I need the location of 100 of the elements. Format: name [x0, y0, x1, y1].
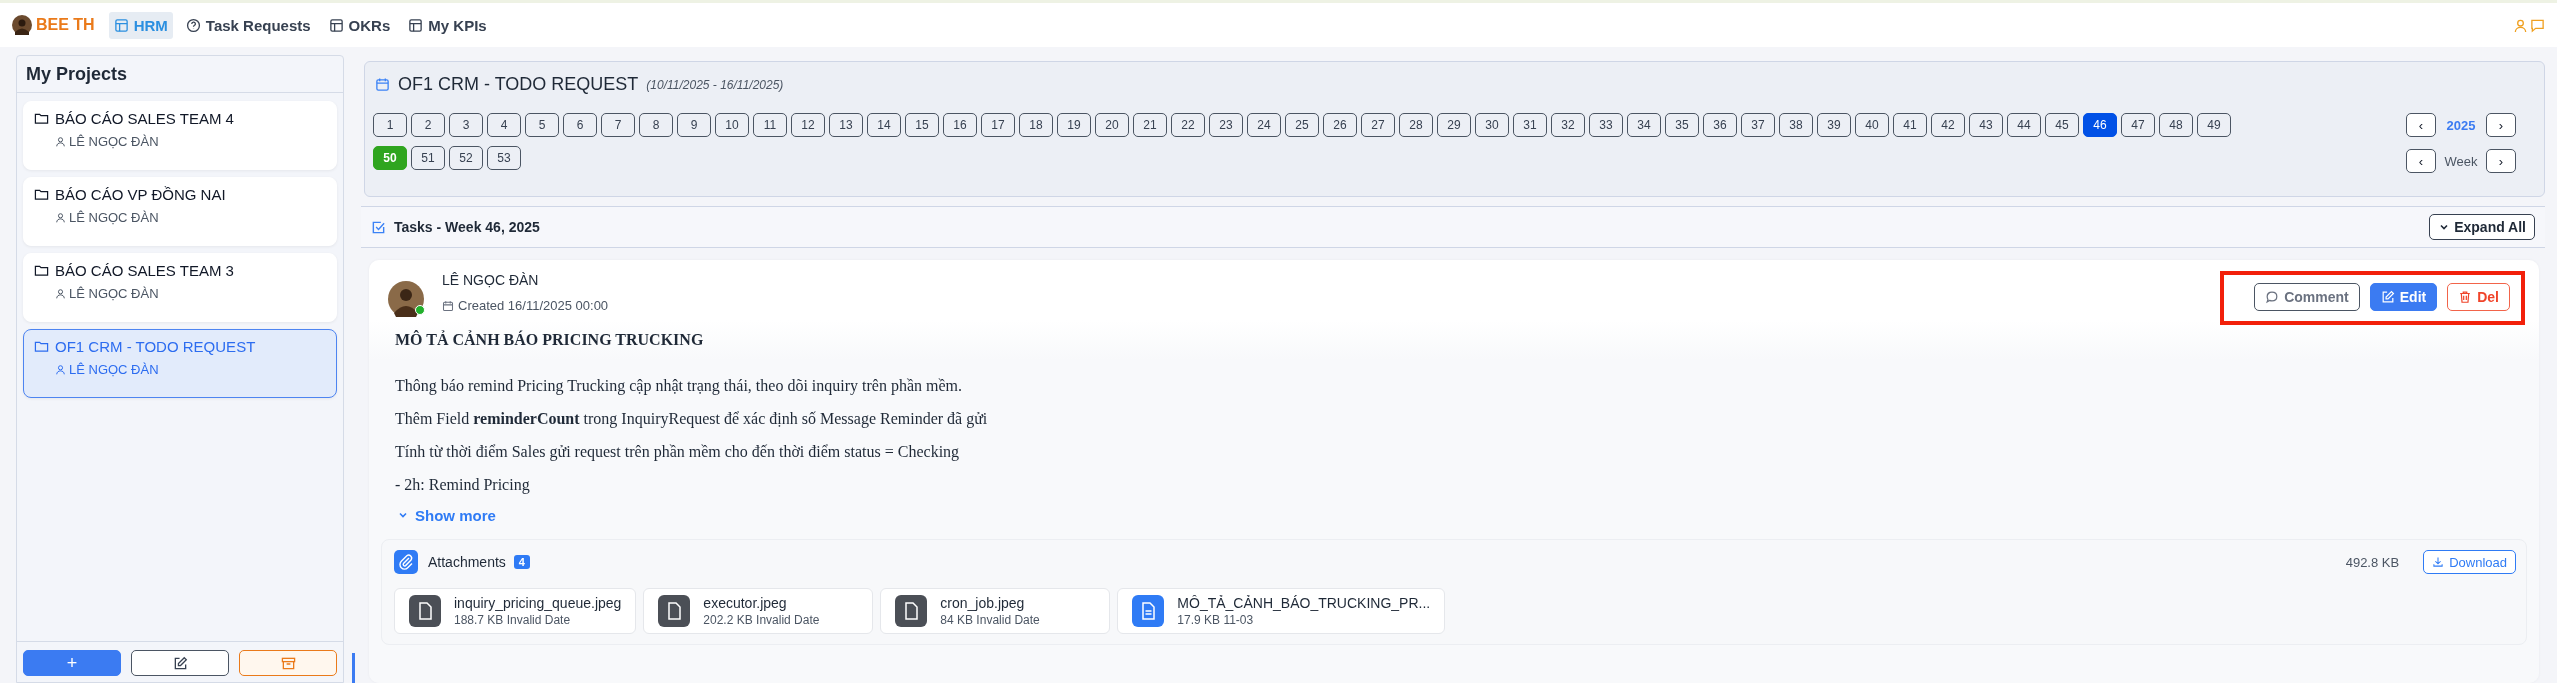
week-button[interactable]: 20 — [1095, 113, 1129, 137]
file-meta: 202.2 KB Invalid Date — [703, 613, 820, 627]
project-name: OF1 CRM - TODO REQUEST — [55, 338, 256, 355]
week-button[interactable]: 9 — [677, 113, 711, 137]
week-button[interactable]: 7 — [601, 113, 635, 137]
week-button[interactable]: 28 — [1399, 113, 1433, 137]
download-icon — [2432, 556, 2445, 568]
week-button[interactable]: 27 — [1361, 113, 1395, 137]
week-button[interactable]: 43 — [1969, 113, 2003, 137]
week-button[interactable]: 18 — [1019, 113, 1053, 137]
week-button[interactable]: 22 — [1171, 113, 1205, 137]
week-button[interactable]: 42 — [1931, 113, 1965, 137]
user-icon — [55, 288, 66, 299]
week-button[interactable]: 2 — [411, 113, 445, 137]
expand-all-button[interactable]: Expand All — [2429, 214, 2535, 240]
project-item[interactable]: OF1 CRM - TODO REQUEST LÊ NGỌC ĐÀN — [23, 329, 337, 398]
file-icon — [409, 595, 441, 627]
previous-week-button[interactable]: ‹ — [2406, 149, 2436, 173]
week-button[interactable]: 33 — [1589, 113, 1623, 137]
delete-button[interactable]: Del — [2447, 283, 2510, 311]
week-button[interactable]: 49 — [2197, 113, 2231, 137]
nav-tab[interactable]: Task Requests — [180, 11, 316, 39]
week-button[interactable]: 25 — [1285, 113, 1319, 137]
week-button[interactable]: 45 — [2045, 113, 2079, 137]
folder-icon — [34, 187, 49, 202]
week-button[interactable]: 11 — [753, 113, 787, 137]
avatar — [12, 15, 32, 35]
user-icon[interactable] — [2513, 17, 2528, 33]
week-button[interactable]: 12 — [791, 113, 825, 137]
comment-button[interactable]: Comment — [2254, 283, 2360, 311]
chat-icon[interactable] — [2530, 17, 2545, 33]
week-button[interactable]: 8 — [639, 113, 673, 137]
week-button[interactable]: 41 — [1893, 113, 1927, 137]
week-button[interactable]: 52 — [449, 145, 483, 170]
week-button[interactable]: 34 — [1627, 113, 1661, 137]
date-range: (10/11/2025 - 16/11/2025) — [646, 77, 784, 92]
sidebar-title: My Projects — [26, 63, 128, 85]
week-button[interactable]: 26 — [1323, 113, 1357, 137]
week-button[interactable]: 24 — [1247, 113, 1281, 137]
week-button[interactable]: 4 — [487, 113, 521, 137]
week-button[interactable]: 21 — [1133, 113, 1167, 137]
week-button[interactable]: 40 — [1855, 113, 1889, 137]
week-button[interactable]: 35 — [1665, 113, 1699, 137]
attachment-item[interactable]: executor.jpeg 202.2 KB Invalid Date — [643, 588, 874, 634]
description-text: Thêm Field reminderCount trong InquiryRequest để xác định số Message Reminder đã gửi — [395, 409, 989, 429]
table-icon — [113, 17, 129, 33]
previous-year-button[interactable]: ‹ — [2406, 113, 2436, 137]
resize-handle[interactable] — [352, 653, 355, 683]
week-button[interactable]: 15 — [905, 113, 939, 137]
project-item[interactable]: BÁO CÁO SALES TEAM 3 LÊ NGỌC ĐÀN — [23, 253, 337, 322]
next-week-button[interactable]: › — [2486, 149, 2516, 173]
nav-tab[interactable]: OKRs — [323, 11, 396, 39]
attachment-item[interactable]: inquiry_pricing_queue.jpeg 188.7 KB Invalid Date — [394, 588, 637, 634]
project-item[interactable]: BÁO CÁO SALES TEAM 4 LÊ NGỌC ĐÀN — [23, 101, 337, 170]
week-button[interactable]: 29 — [1437, 113, 1471, 137]
week-button[interactable]: 36 — [1703, 113, 1737, 137]
week-button[interactable]: 48 — [2159, 113, 2193, 137]
week-button[interactable]: 6 — [563, 113, 597, 137]
week-button[interactable]: 47 — [2121, 113, 2155, 137]
week-button[interactable]: 46 — [2083, 113, 2117, 137]
next-year-button[interactable]: › — [2486, 113, 2516, 137]
week-button[interactable]: 23 — [1209, 113, 1243, 137]
help-icon — [185, 17, 201, 33]
week-button[interactable]: 14 — [867, 113, 901, 137]
week-button[interactable]: 37 — [1741, 113, 1775, 137]
week-button[interactable]: 19 — [1057, 113, 1091, 137]
week-button[interactable]: 32 — [1551, 113, 1585, 137]
add-button[interactable]: + — [23, 650, 121, 676]
week-button[interactable]: 39 — [1817, 113, 1851, 137]
week-button[interactable]: 1 — [373, 113, 407, 137]
nav-tab[interactable]: My KPIs — [403, 11, 492, 39]
week-button[interactable]: 17 — [981, 113, 1015, 137]
week-button[interactable]: 38 — [1779, 113, 1813, 137]
file-icon — [658, 595, 691, 627]
project-item[interactable]: BÁO CÁO VP ĐỒNG NAI LÊ NGỌC ĐÀN — [23, 177, 337, 246]
file-name: executor.jpeg — [703, 595, 788, 611]
edit-button[interactable] — [131, 650, 229, 676]
attachment-item[interactable]: cron_job.jpeg 84 KB Invalid Date — [880, 588, 1111, 634]
archive-button[interactable] — [239, 650, 337, 676]
edit-icon — [172, 655, 188, 671]
project-name: BÁO CÁO SALES TEAM 3 — [55, 262, 234, 279]
week-button[interactable]: 3 — [449, 113, 483, 137]
file-meta: 84 KB Invalid Date — [940, 613, 1040, 627]
week-button[interactable]: 13 — [829, 113, 863, 137]
download-button[interactable]: Download — [2423, 550, 2516, 574]
attachment-item[interactable]: MÔ_TẢ_CẢNH_BÁO_TRUCKING_PR... 17.9 KB 11-03 — [1117, 588, 1446, 634]
panel-title: OF1 CRM - TODO REQUEST — [398, 74, 639, 95]
week-button[interactable]: 44 — [2007, 113, 2041, 137]
week-button[interactable]: 16 — [943, 113, 977, 137]
show-more-link[interactable]: Show more — [397, 506, 496, 524]
week-button[interactable]: 10 — [715, 113, 749, 137]
project-name: BÁO CÁO SALES TEAM 4 — [55, 110, 234, 127]
week-button[interactable]: 53 — [487, 145, 521, 170]
week-button[interactable]: 30 — [1475, 113, 1509, 137]
edit-button[interactable]: Edit — [2369, 283, 2438, 311]
week-button[interactable]: 51 — [411, 145, 445, 170]
paperclip-icon — [394, 550, 418, 574]
week-button[interactable]: 31 — [1513, 113, 1547, 137]
project-owner: LÊ NGỌC ĐÀN — [69, 134, 159, 149]
week-button[interactable]: 5 — [525, 113, 559, 137]
